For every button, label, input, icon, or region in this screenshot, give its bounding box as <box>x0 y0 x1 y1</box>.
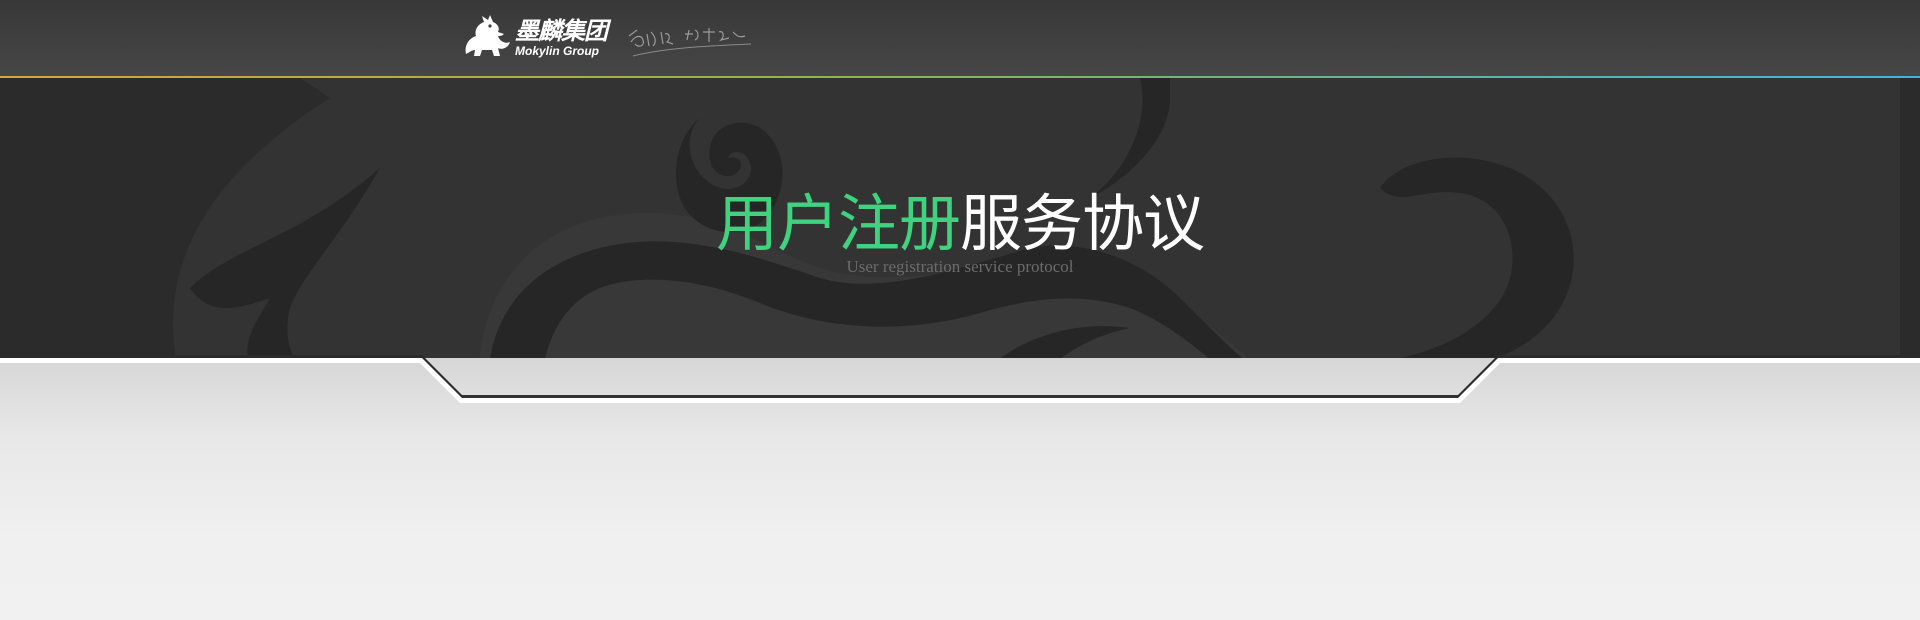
page-heading: 用户注册服务协议 <box>0 188 1920 260</box>
banner-notch-edge <box>0 355 1920 403</box>
handwritten-slogan <box>628 28 752 57</box>
logo-name-cn: 墨麟集团 <box>515 17 608 45</box>
qilin-logo-icon <box>465 15 510 56</box>
page-subtitle: User registration service protocol <box>846 257 1074 276</box>
title-rest: 服务协议 <box>960 187 1205 260</box>
title-accent: 用户注册 <box>715 187 961 260</box>
page-title: 用户注册服务协议 <box>715 187 1205 260</box>
top-header: 墨麟集团 Mokylin Group <box>0 0 1920 76</box>
logo-name-en: Mokylin Group <box>515 44 599 58</box>
